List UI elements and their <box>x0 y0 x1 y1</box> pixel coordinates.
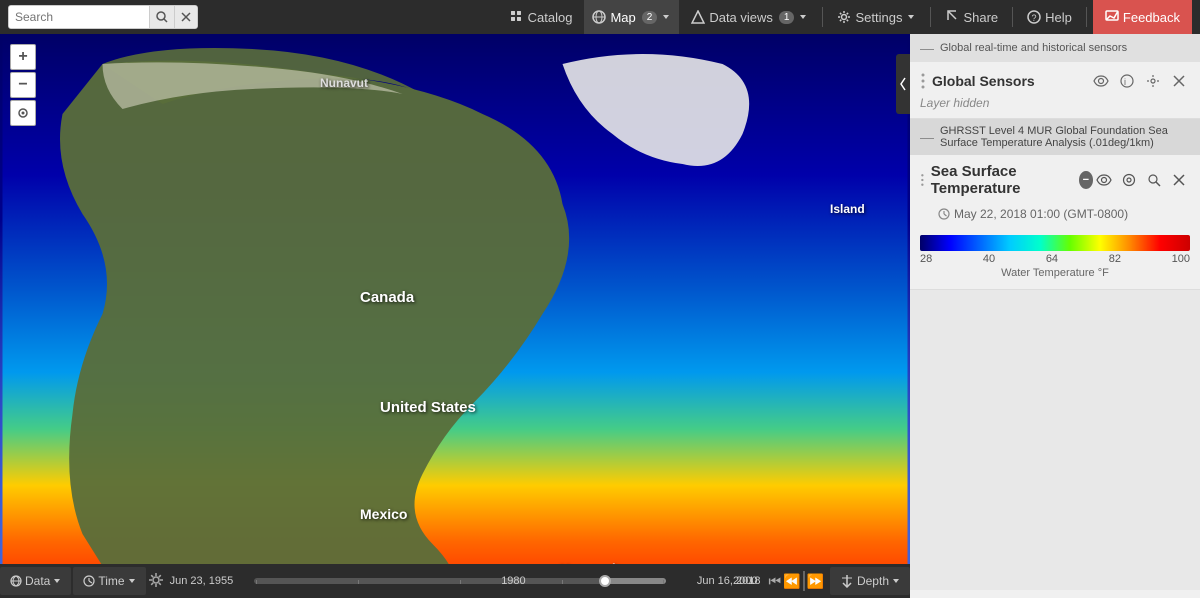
layer1-options-btn[interactable]: i <box>1116 70 1138 92</box>
svg-text:i: i <box>1124 77 1126 87</box>
feedback-button[interactable]: Feedback <box>1093 0 1192 34</box>
colorbar-unit: Water Temperature °F <box>920 267 1190 285</box>
reset-view-button[interactable] <box>10 100 36 126</box>
colorbar-label-2: 64 <box>1046 253 1058 265</box>
top-navigation: Catalog Map 2 Data views 1 Settings <box>0 0 1200 34</box>
layer2-info-btn[interactable]: − <box>1079 171 1093 189</box>
land-masses <box>0 34 910 598</box>
panel-collapse-handle[interactable] <box>896 54 910 114</box>
layer2-icons <box>1093 169 1190 191</box>
catalog-label: Catalog <box>528 10 573 25</box>
zoom-in-button[interactable]: + <box>10 44 36 70</box>
time-button[interactable]: Time <box>73 567 145 595</box>
layer1-collapse-btn[interactable]: — <box>920 40 934 56</box>
nav-divider-1 <box>822 7 823 27</box>
zoom-out-button[interactable]: − <box>10 72 36 98</box>
data-button[interactable]: Data <box>0 567 71 595</box>
right-panel-empty <box>910 290 1200 590</box>
share-label: Share <box>963 10 998 25</box>
map-badge: 2 <box>642 11 658 24</box>
colorbar-label-1: 40 <box>983 253 995 265</box>
time-icon <box>83 575 95 587</box>
time-start: Jun 23, 1955 <box>170 575 250 587</box>
search-button[interactable] <box>149 6 174 28</box>
timestamp-row: May 22, 2018 01:00 (GMT-0800) <box>910 205 1200 227</box>
data-icon <box>10 575 22 587</box>
colorbar-labels: 28 40 64 82 100 <box>920 251 1190 267</box>
layer2-timestamp: May 22, 2018 01:00 (GMT-0800) <box>954 207 1128 221</box>
data-label: Data <box>25 574 50 588</box>
layer2-visibility-btn[interactable] <box>1093 169 1115 191</box>
time-mid: 1980 <box>501 575 525 587</box>
depth-dropdown-icon <box>892 577 900 585</box>
depth-label: Depth <box>857 574 889 588</box>
layer1-header-text: Global real-time and historical sensors <box>940 42 1127 54</box>
colorbar-label-0: 28 <box>920 253 932 265</box>
layer1-header: — Global real-time and historical sensor… <box>910 34 1200 62</box>
nav-divider-4 <box>1086 7 1087 27</box>
play-begin-btn[interactable]: ⏮ <box>768 573 781 590</box>
help-button[interactable]: ? Help <box>1019 0 1080 34</box>
layer1-hidden-text: Layer hidden <box>910 94 1200 118</box>
help-label: Help <box>1045 10 1072 25</box>
depth-icon <box>840 574 854 588</box>
svg-text:?: ? <box>1032 13 1037 23</box>
dataviews-badge: 1 <box>779 11 795 24</box>
dataviews-label: Data views <box>709 10 773 25</box>
time-dropdown-icon <box>128 577 136 585</box>
time-label: Time <box>98 574 124 588</box>
layer1-drag-handle[interactable] <box>920 71 926 91</box>
dataviews-button[interactable]: Data views 1 <box>683 0 816 34</box>
layer2-header: — GHRSST Level 4 MUR Global Foundation S… <box>910 119 1200 155</box>
right-panel: — Global real-time and historical sensor… <box>910 34 1200 598</box>
layer1-visibility-btn[interactable] <box>1090 70 1112 92</box>
clear-search-button[interactable] <box>174 6 197 28</box>
timeline-track[interactable] <box>254 578 667 584</box>
step-back-btn[interactable]: ⏪ <box>783 573 800 590</box>
layer2-header-text: GHRSST Level 4 MUR Global Foundation Sea… <box>940 125 1190 149</box>
colorbar-label-3: 82 <box>1109 253 1121 265</box>
step-fwd-btn[interactable]: ⏩ <box>807 573 824 590</box>
search-box <box>8 5 198 29</box>
layer2-close-btn[interactable] <box>1168 169 1190 191</box>
bottom-bar: Data Time Jun 23, 1955 <box>0 564 910 598</box>
colorbar-container: 28 40 64 82 100 Water Temperature °F <box>910 227 1200 289</box>
layer2-magnify-btn[interactable] <box>1143 169 1165 191</box>
clock-icon <box>938 208 950 220</box>
depth-button[interactable]: Depth <box>830 567 910 595</box>
layer2-drag-handle[interactable] <box>920 170 925 190</box>
settings-label: Settings <box>855 10 902 25</box>
data-dropdown-icon <box>53 577 61 585</box>
layer2-section: — GHRSST Level 4 MUR Global Foundation S… <box>910 119 1200 290</box>
share-button[interactable]: Share <box>937 0 1006 34</box>
timeline-area: Jun 23, 1955 1980 2000 Jun 16, 2018 ⏮ ⏪ … <box>166 571 828 591</box>
layer2-title: Sea Surface Temperature <box>931 163 1073 197</box>
map-label: Map <box>610 10 635 25</box>
feedback-label: Feedback <box>1123 10 1180 25</box>
colorbar <box>920 235 1190 251</box>
layer2-title-area: Sea Surface Temperature − <box>910 155 1200 205</box>
layer1-title-row: Global Sensors i <box>910 62 1200 94</box>
timeline-settings-btn[interactable] <box>148 572 164 591</box>
layer2-collapse-btn[interactable]: — <box>920 129 934 145</box>
settings-button[interactable]: Settings <box>829 0 924 34</box>
layer1-icons: i <box>1090 70 1190 92</box>
catalog-button[interactable]: Catalog <box>502 0 581 34</box>
map-controls: + − <box>10 44 36 126</box>
layer1-section: — Global real-time and historical sensor… <box>910 34 1200 119</box>
nav-divider-3 <box>1012 7 1013 27</box>
search-input[interactable] <box>9 6 149 28</box>
layer1-settings-btn[interactable] <box>1142 70 1164 92</box>
layer1-close-btn[interactable] <box>1168 70 1190 92</box>
map-button[interactable]: Map 2 <box>584 0 679 34</box>
time-mid2: 2000 <box>733 575 757 587</box>
layer2-circle-btn[interactable] <box>1118 169 1140 191</box>
map-area[interactable]: Nunavut Island Canada United States Mexi… <box>0 34 910 598</box>
layer1-title: Global Sensors <box>932 73 1035 89</box>
colorbar-label-4: 100 <box>1172 253 1190 265</box>
playback-controls: ⏮ ⏪ ⏩ <box>768 571 823 591</box>
nav-divider-2 <box>930 7 931 27</box>
